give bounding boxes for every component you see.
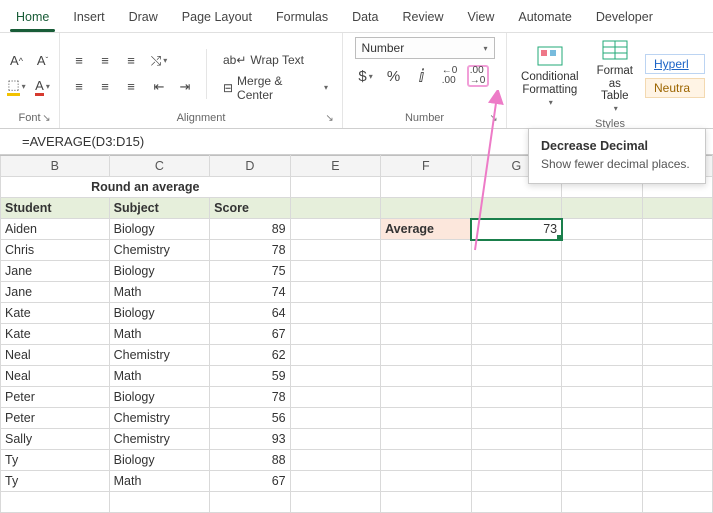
decrease-indent-button[interactable]: ⇤: [148, 76, 170, 98]
format-as-table-icon: [601, 39, 629, 63]
col-header-b[interactable]: B: [1, 156, 110, 177]
align-top-button[interactable]: ≡: [68, 50, 90, 72]
col-header-e[interactable]: E: [290, 156, 381, 177]
align-center-button[interactable]: ≡: [94, 76, 116, 98]
header-score[interactable]: Score: [210, 198, 290, 219]
header-subject[interactable]: Subject: [109, 198, 210, 219]
number-group-launcher[interactable]: ↘: [487, 112, 500, 125]
format-as-table-button[interactable]: Format as Table▾: [591, 37, 639, 116]
wrap-text-button[interactable]: ab↵ Wrap Text: [217, 49, 334, 71]
ribbon-tabs: Home Insert Draw Page Layout Formulas Da…: [0, 0, 713, 33]
tab-automate[interactable]: Automate: [508, 6, 582, 32]
formula-bar-text: =AVERAGE(D3:D15): [22, 134, 144, 149]
tab-review[interactable]: Review: [392, 6, 453, 32]
wrap-text-icon: ab↵: [223, 53, 246, 67]
table-row[interactable]: NealChemistry62: [1, 345, 713, 366]
fill-color-button[interactable]: ⬚▾: [6, 76, 28, 98]
table-row[interactable]: PeterChemistry56: [1, 408, 713, 429]
table-row[interactable]: NealMath59: [1, 366, 713, 387]
table-row[interactable]: ChrisChemistry78: [1, 240, 713, 261]
increase-decimal-button[interactable]: ←0.00: [439, 65, 461, 87]
table-row[interactable]: SallyChemistry93: [1, 429, 713, 450]
table-row[interactable]: TyBiology88: [1, 450, 713, 471]
tab-developer[interactable]: Developer: [586, 6, 663, 32]
font-group-launcher[interactable]: ↘: [40, 112, 53, 125]
header-student[interactable]: Student: [1, 198, 110, 219]
spreadsheet-grid[interactable]: B C D E F G H I Round an average Student…: [0, 155, 713, 513]
merge-center-icon: ⊟: [223, 81, 233, 95]
format-as-table-label: Format as Table: [597, 65, 633, 103]
table-row[interactable]: PeterBiology78: [1, 387, 713, 408]
col-header-c[interactable]: C: [109, 156, 210, 177]
number-group-label: Number: [405, 112, 444, 124]
tab-view[interactable]: View: [457, 6, 504, 32]
alignment-group-label: Alignment: [177, 112, 226, 124]
tab-data[interactable]: Data: [342, 6, 388, 32]
number-format-select[interactable]: Number ▾: [355, 37, 495, 59]
align-left-button[interactable]: ≡: [68, 76, 90, 98]
col-header-f[interactable]: F: [381, 156, 472, 177]
sheet-title[interactable]: Round an average: [1, 177, 291, 198]
table-row[interactable]: JaneBiology75: [1, 261, 713, 282]
font-group-label: Font: [18, 112, 40, 124]
percent-format-button[interactable]: %: [383, 65, 405, 87]
comma-format-button[interactable]: ⅈ: [411, 65, 433, 87]
align-middle-button[interactable]: ≡: [94, 50, 116, 72]
font-color-button[interactable]: A▾: [32, 76, 54, 98]
align-right-button[interactable]: ≡: [120, 76, 142, 98]
average-value-cell[interactable]: 73: [471, 219, 562, 240]
tab-page-layout[interactable]: Page Layout: [172, 6, 262, 32]
tooltip-body: Show fewer decimal places.: [541, 157, 693, 171]
tab-home[interactable]: Home: [6, 6, 59, 32]
orientation-button[interactable]: ⤭▾: [148, 50, 170, 72]
tooltip-title: Decrease Decimal: [541, 139, 693, 153]
cell-style-hyperlink[interactable]: Hyperl: [645, 54, 705, 74]
tooltip-decrease-decimal: Decrease Decimal Show fewer decimal plac…: [528, 128, 706, 184]
accounting-format-button[interactable]: $▾: [355, 65, 377, 87]
tab-formulas[interactable]: Formulas: [266, 6, 338, 32]
wrap-text-label: Wrap Text: [250, 53, 304, 67]
ribbon: A^ Aˇ ⬚▾ A▾ Font ↘ ≡ ≡ ≡ ≡: [0, 33, 713, 129]
increase-font-size-button[interactable]: A^: [6, 50, 28, 72]
tab-insert[interactable]: Insert: [63, 6, 114, 32]
col-header-d[interactable]: D: [210, 156, 290, 177]
table-row[interactable]: KateBiology64: [1, 303, 713, 324]
merge-center-label: Merge & Center: [237, 74, 318, 102]
table-row[interactable]: KateMath67: [1, 324, 713, 345]
conditional-formatting-icon: [536, 45, 564, 69]
merge-center-button[interactable]: ⊟ Merge & Center ▾: [217, 77, 334, 99]
alignment-group-launcher[interactable]: ↘: [323, 112, 336, 125]
conditional-formatting-label: Conditional Formatting: [521, 71, 579, 96]
decrease-font-size-button[interactable]: Aˇ: [32, 50, 54, 72]
cell-style-neutral[interactable]: Neutra: [645, 78, 705, 98]
align-bottom-button[interactable]: ≡: [120, 50, 142, 72]
table-row[interactable]: TyMath67: [1, 471, 713, 492]
number-format-value: Number: [362, 41, 405, 55]
conditional-formatting-button[interactable]: Conditional Formatting▾: [515, 43, 585, 109]
decrease-decimal-button[interactable]: .00→0: [467, 65, 489, 87]
table-row[interactable]: JaneMath74: [1, 282, 713, 303]
table-row[interactable]: AidenBiology89Average73: [1, 219, 713, 240]
increase-indent-button[interactable]: ⇥: [174, 76, 196, 98]
tab-draw[interactable]: Draw: [119, 6, 168, 32]
average-label[interactable]: Average: [381, 219, 472, 240]
